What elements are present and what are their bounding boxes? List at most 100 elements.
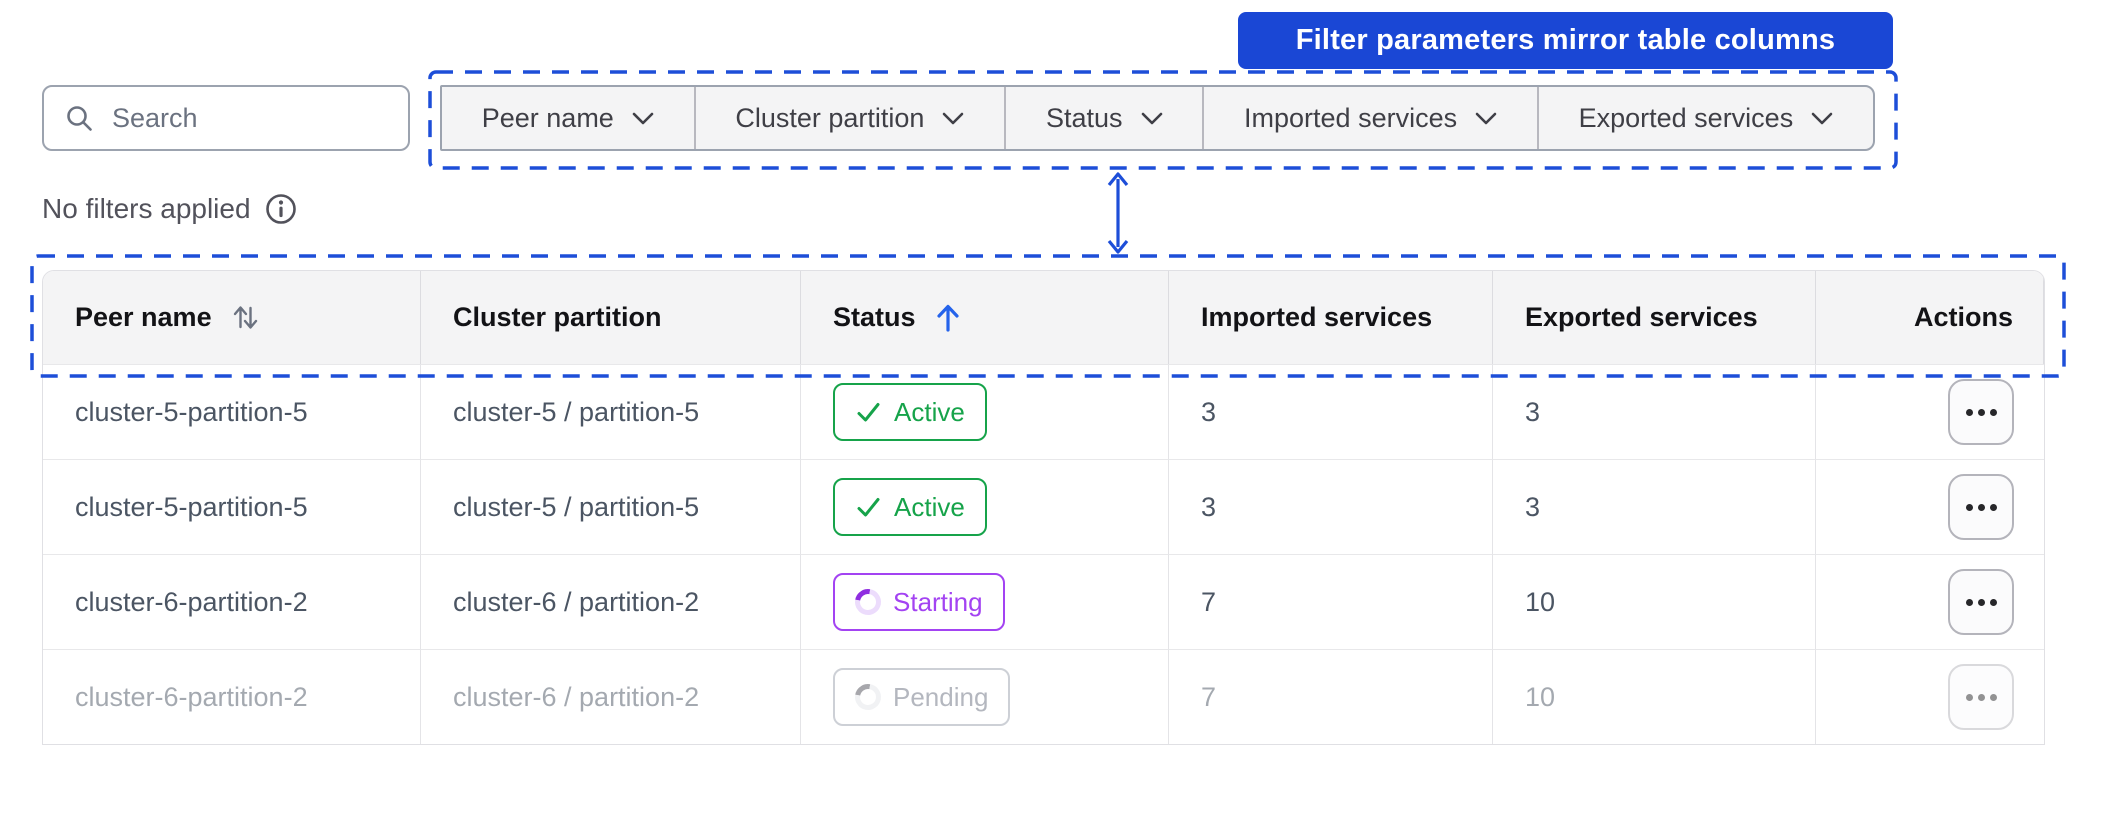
- ellipsis-icon: [1989, 693, 1997, 701]
- cluster-partition-text: cluster-6 / partition-2: [453, 586, 700, 617]
- ellipsis-icon: [1977, 408, 1985, 416]
- ellipsis-icon: [1989, 503, 1997, 511]
- exported-services-count: 3: [1525, 491, 1541, 522]
- row-actions-button[interactable]: [1948, 569, 2014, 635]
- spinner-icon: [849, 678, 887, 716]
- imported-services-count: 7: [1201, 681, 1217, 712]
- status-badge-active: Active: [833, 383, 987, 441]
- cell-actions: [1816, 364, 2044, 459]
- peer-name-text: cluster-6-partition-2: [75, 681, 308, 712]
- cell-status: Pending: [801, 649, 1169, 744]
- status-badge-pending: Pending: [833, 668, 1011, 726]
- column-header-label: Imported services: [1201, 302, 1433, 332]
- column-header-label: Status: [833, 302, 916, 332]
- imported-services-count: 3: [1201, 396, 1217, 427]
- search-icon: [67, 106, 92, 131]
- info-icon[interactable]: [264, 192, 298, 226]
- imported-services-count: 7: [1201, 586, 1217, 617]
- imported-services-count: 3: [1201, 491, 1217, 522]
- column-header-label: Exported services: [1525, 302, 1758, 332]
- filter-dropdown-peer-name[interactable]: Peer name: [442, 87, 696, 149]
- column-header-status[interactable]: Status: [801, 271, 1169, 364]
- cell-peer-name: cluster-6-partition-2: [43, 554, 421, 649]
- spinner-icon: [849, 583, 887, 621]
- peers-table: Peer name Cluster partition Status Import…: [42, 270, 2045, 745]
- status-badge-label: Pending: [893, 681, 989, 712]
- filter-dropdown-imported-services[interactable]: Imported services: [1204, 87, 1539, 149]
- peer-name-text: cluster-5-partition-5: [75, 491, 308, 522]
- chevron-down-icon: [1141, 112, 1162, 124]
- cluster-partition-text: cluster-6 / partition-2: [453, 681, 700, 712]
- column-header-label: Cluster partition: [453, 302, 662, 332]
- cell-cluster-partition: cluster-6 / partition-2: [421, 554, 801, 649]
- ellipsis-icon: [1965, 598, 1973, 606]
- column-header-peer-name[interactable]: Peer name: [43, 271, 421, 364]
- filter-status: No filters applied: [42, 192, 298, 226]
- filter-dropdown-label: Cluster partition: [735, 102, 925, 133]
- ellipsis-icon: [1965, 408, 1973, 416]
- filter-status-text: No filters applied: [42, 193, 251, 224]
- chevron-down-icon: [943, 112, 964, 124]
- filter-dropdown-cluster-partition[interactable]: Cluster partition: [696, 87, 1007, 149]
- row-actions-button[interactable]: [1948, 474, 2014, 540]
- column-header-actions: Actions: [1816, 271, 2044, 364]
- check-icon: [857, 497, 880, 516]
- status-badge-starting: Starting: [833, 573, 1005, 631]
- cell-cluster-partition: cluster-5 / partition-5: [421, 364, 801, 459]
- cell-imported-services: 7: [1169, 554, 1493, 649]
- cell-imported-services: 3: [1169, 459, 1493, 554]
- column-header-imported-services: Imported services: [1169, 271, 1493, 364]
- cell-cluster-partition: cluster-5 / partition-5: [421, 459, 801, 554]
- cell-actions: [1816, 649, 2044, 744]
- column-header-label: Actions: [1913, 302, 2013, 332]
- chevron-down-icon: [632, 112, 654, 124]
- sort-ascending-icon: [936, 304, 959, 332]
- cluster-partition-text: cluster-5 / partition-5: [453, 491, 700, 522]
- peering-table-page: Filter parameters mirror table columns P…: [0, 0, 2118, 816]
- cell-actions: [1816, 459, 2044, 554]
- exported-services-count: 10: [1525, 681, 1556, 712]
- cell-status: Active: [801, 364, 1169, 459]
- row-actions-button[interactable]: [1948, 379, 2014, 445]
- check-icon: [857, 402, 880, 421]
- column-header-exported-services: Exported services: [1493, 271, 1816, 364]
- column-header-cluster-partition: Cluster partition: [421, 271, 801, 364]
- status-badge-label: Active: [894, 396, 965, 427]
- cell-peer-name: cluster-6-partition-2: [43, 649, 421, 744]
- peer-name-text: cluster-5-partition-5: [75, 396, 308, 427]
- cluster-partition-text: cluster-5 / partition-5: [453, 396, 700, 427]
- cell-imported-services: 3: [1169, 364, 1493, 459]
- filter-dropdown-exported-services[interactable]: Exported services: [1539, 87, 1873, 149]
- cell-peer-name: cluster-5-partition-5: [43, 459, 421, 554]
- cell-status: Starting: [801, 554, 1169, 649]
- sort-both-icon: [233, 306, 257, 329]
- filter-parameter-bar: Peer name Cluster partition Status Impor…: [440, 85, 1875, 151]
- ellipsis-icon: [1977, 693, 1985, 701]
- cell-peer-name: cluster-5-partition-5: [43, 364, 421, 459]
- cell-exported-services: 3: [1493, 364, 1816, 459]
- filter-dropdown-label: Exported services: [1578, 102, 1794, 133]
- ellipsis-icon: [1989, 598, 1997, 606]
- search-box: [42, 85, 410, 151]
- column-header-label: Peer name: [75, 302, 212, 332]
- ellipsis-icon: [1977, 598, 1985, 606]
- search-input[interactable]: [110, 101, 388, 135]
- status-badge-label: Active: [894, 491, 965, 522]
- filter-dropdown-status[interactable]: Status: [1006, 87, 1205, 149]
- ellipsis-icon: [1965, 503, 1973, 511]
- callout-banner: Filter parameters mirror table columns: [1238, 12, 1893, 69]
- cell-exported-services: 10: [1493, 649, 1816, 744]
- chevron-down-icon: [1475, 112, 1497, 124]
- cell-actions: [1816, 554, 2044, 649]
- ellipsis-icon: [1977, 503, 1985, 511]
- cell-cluster-partition: cluster-6 / partition-2: [421, 649, 801, 744]
- ellipsis-icon: [1989, 408, 1997, 416]
- cell-exported-services: 3: [1493, 459, 1816, 554]
- cell-imported-services: 7: [1169, 649, 1493, 744]
- mirror-connector-arrow: [1107, 172, 1129, 254]
- filter-dropdown-label: Status: [1045, 102, 1123, 133]
- exported-services-count: 10: [1525, 586, 1556, 617]
- filter-dropdown-label: Peer name: [481, 102, 614, 133]
- row-actions-button[interactable]: [1948, 664, 2014, 730]
- cell-exported-services: 10: [1493, 554, 1816, 649]
